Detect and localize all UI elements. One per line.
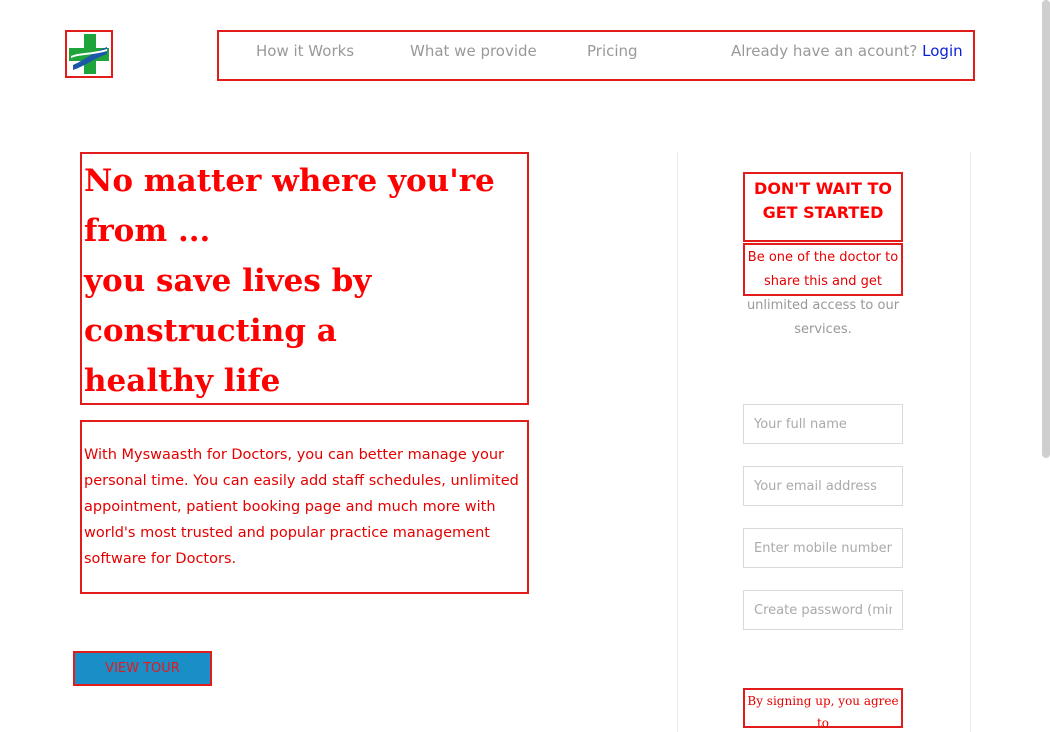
headline-line: No matter where you're: [84, 163, 495, 199]
headline-line: constructing a: [84, 313, 337, 349]
terms-notice: By signing up, you agree to: [743, 688, 903, 728]
login-link[interactable]: Login: [922, 42, 962, 60]
hero-description: With Myswaasth for Doctors, you can bett…: [80, 420, 529, 594]
account-prompt-text: Already have an acount?: [731, 42, 918, 60]
account-prompt: Already have an acount? Login: [731, 42, 963, 60]
medical-cross-icon: [69, 34, 109, 74]
logo[interactable]: [65, 30, 113, 78]
password-input[interactable]: [743, 590, 903, 630]
mobile-input[interactable]: [743, 528, 903, 568]
signup-subtitle: Be one of the doctor to share this and g…: [743, 246, 903, 342]
top-nav: How it Works What we provide Pricing Alr…: [217, 30, 975, 81]
view-tour-button[interactable]: VIEW TOUR: [73, 651, 212, 686]
nav-pricing[interactable]: Pricing: [587, 42, 638, 60]
headline-line: you save lives by: [84, 263, 372, 299]
signup-title-line: DON'T WAIT TO: [754, 179, 892, 198]
signup-subtitle-rest: unlimited access to our services.: [746, 298, 900, 337]
email-input[interactable]: [743, 466, 903, 506]
headline-line: from ...: [84, 213, 211, 249]
signup-title: DON'T WAIT TO GET STARTED: [743, 172, 903, 242]
nav-how-it-works[interactable]: How it Works: [256, 42, 354, 60]
hero-headline: No matter where you're from ... you save…: [80, 152, 529, 405]
signup-subtitle-highlight: Be one of the doctor to share this and g…: [747, 250, 899, 289]
headline-line: healthy life: [84, 363, 281, 399]
signup-title-line: GET STARTED: [762, 203, 884, 222]
scrollbar[interactable]: [1042, 0, 1050, 458]
full-name-input[interactable]: [743, 404, 903, 444]
nav-what-we-provide[interactable]: What we provide: [410, 42, 537, 60]
